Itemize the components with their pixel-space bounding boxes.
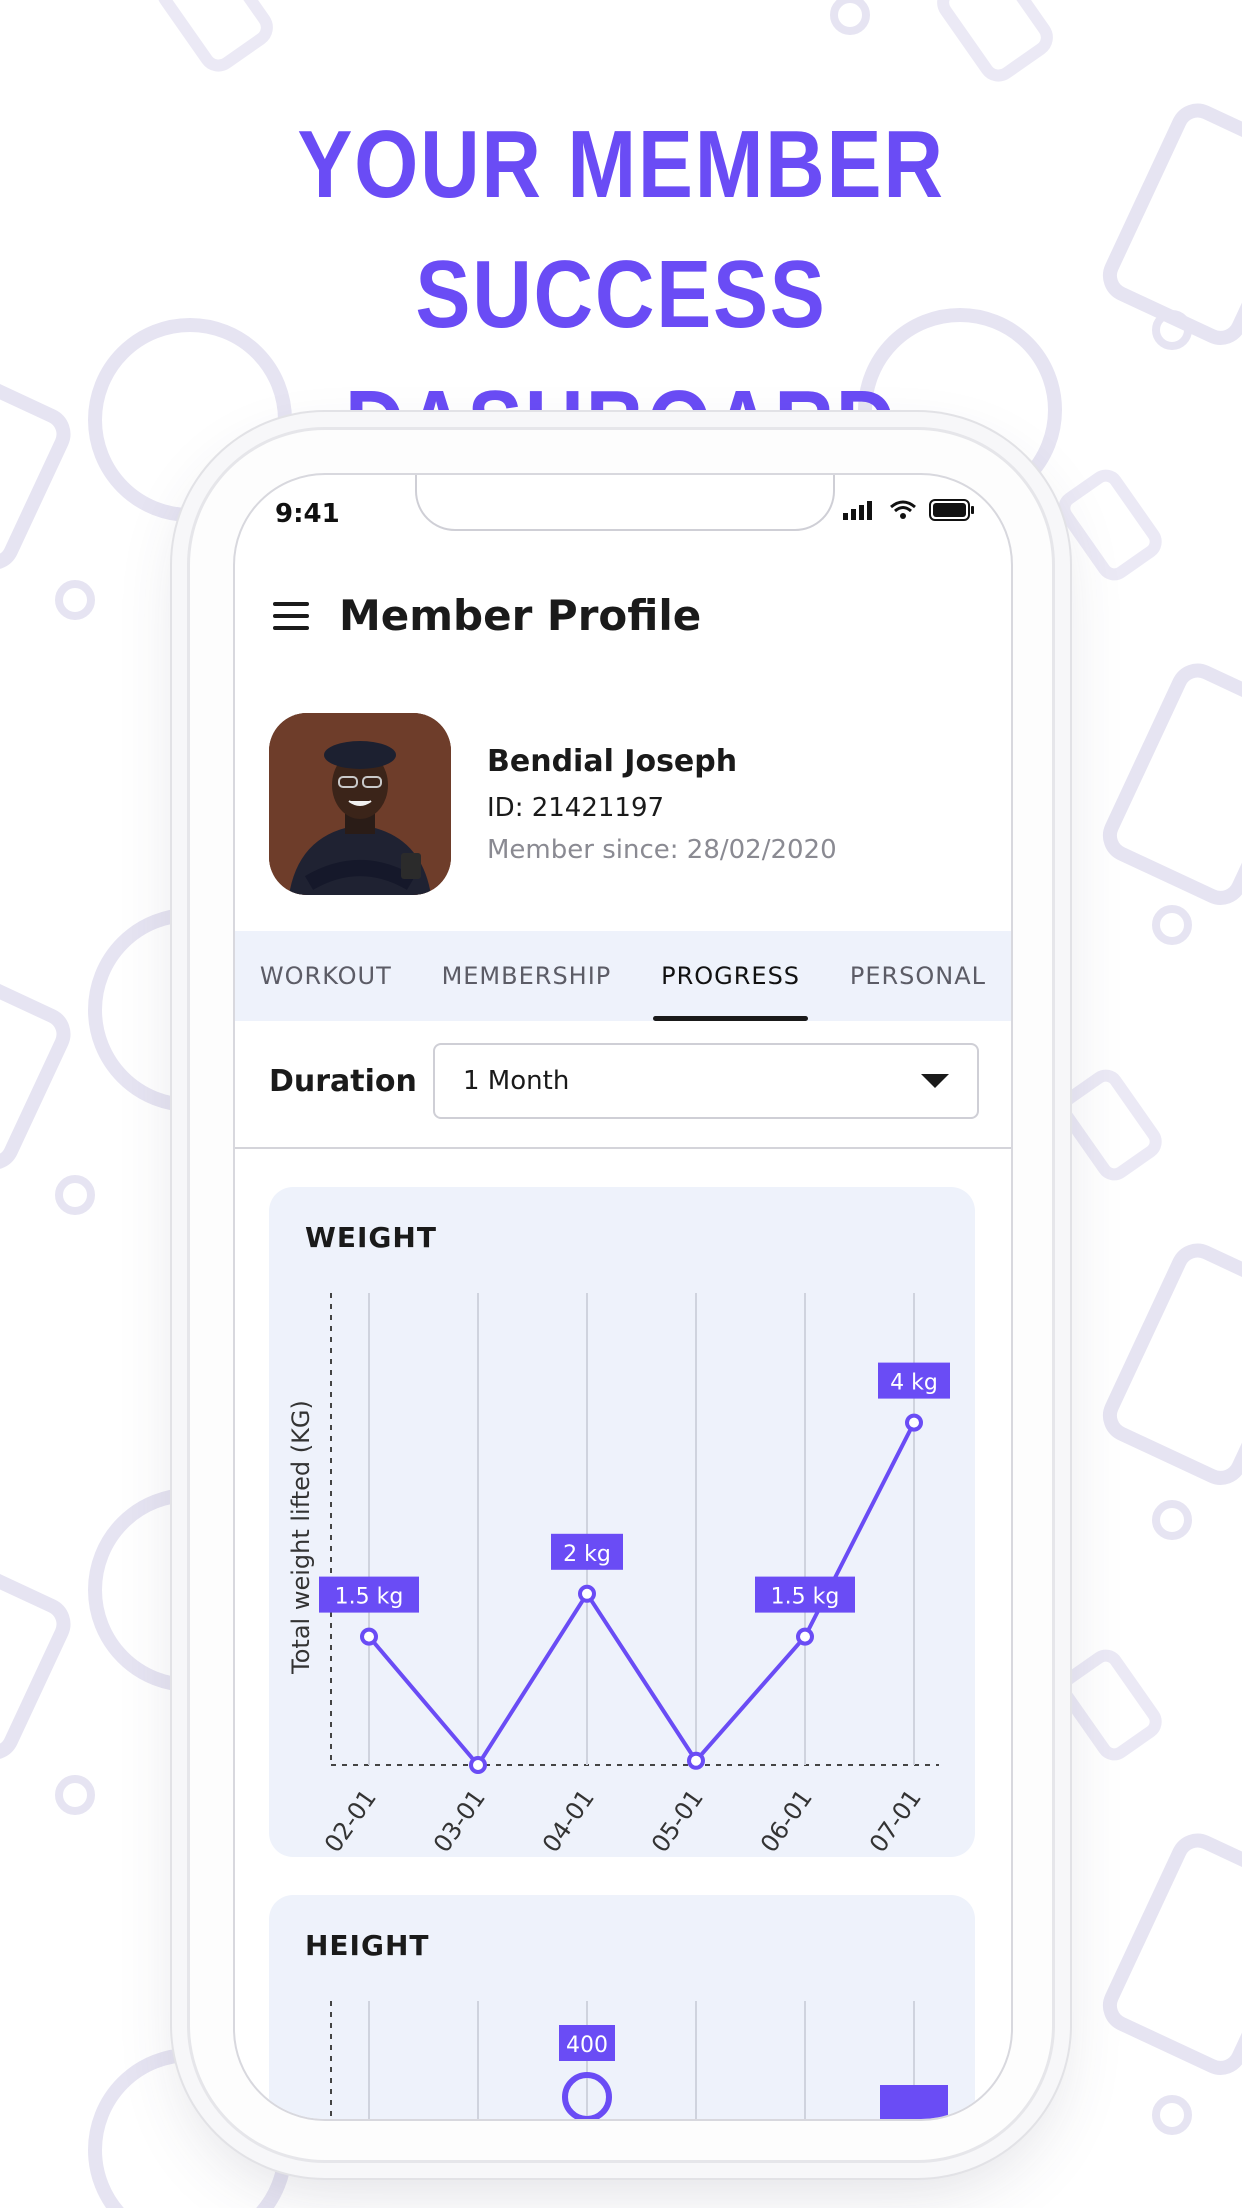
data-label-partial — [880, 2085, 948, 2119]
data-label: 400 — [559, 2025, 615, 2061]
member-profile-card: Bendial Joseph ID: 21421197 Member since… — [269, 713, 837, 895]
data-label: 4 kg — [878, 1362, 950, 1399]
svg-text:1.5 kg: 1.5 kg — [771, 1585, 840, 1610]
member-id: ID: 21421197 — [487, 792, 665, 823]
x-tick-label: 07-01 — [864, 1784, 927, 1857]
data-point — [905, 1413, 923, 1432]
tab-progress[interactable]: PROGRESS — [653, 931, 808, 1021]
duration-row: Duration 1 Month — [269, 1041, 979, 1121]
weight-chart-card: WEIGHT Total weight lifted (KG) 02-01 03-0… — [269, 1187, 975, 1857]
x-tick-label: 06-01 — [755, 1784, 818, 1857]
x-tick-label: 02-01 — [319, 1784, 382, 1857]
height-chart: 400 — [330, 2001, 948, 2119]
app-header: Member Profile — [273, 591, 701, 640]
weight-chart: Total weight lifted (KG) 02-01 03-01 04-01 0… — [287, 1293, 950, 1857]
phone-screen: 9:41 Member Profile Bendial Joseph ID: 2… — [233, 473, 1013, 2121]
tab-workout[interactable]: WORKOUT — [252, 931, 400, 1021]
data-point — [578, 1584, 596, 1603]
battery-icon — [929, 499, 974, 521]
section-divider — [235, 1147, 1011, 1149]
data-label: 1.5 kg — [319, 1576, 419, 1613]
data-point — [360, 1627, 378, 1646]
x-tick-label: 04-01 — [537, 1784, 600, 1857]
data-point — [687, 1751, 705, 1770]
duration-label: Duration — [269, 1063, 417, 1099]
height-chart-card: HEIGHT 400 — [269, 1895, 975, 2119]
page-title: Member Profile — [339, 591, 702, 640]
member-since: Member since: 28/02/2020 — [487, 834, 837, 865]
caret-down-icon — [921, 1074, 949, 1088]
phone-mockup: 9:41 Member Profile Bendial Joseph ID: 2… — [190, 430, 1052, 2160]
headline-line-1: YOUR MEMBER SUCCESS — [297, 111, 945, 348]
data-label: 1.5 kg — [755, 1576, 855, 1613]
svg-text:1.5 kg: 1.5 kg — [335, 1585, 404, 1610]
y-axis-label: Total weight lifted (KG) — [287, 1400, 315, 1675]
duration-select[interactable]: 1 Month — [433, 1043, 979, 1119]
svg-text:2 kg: 2 kg — [563, 1542, 611, 1567]
svg-text:400: 400 — [566, 2033, 608, 2058]
duration-selected-value: 1 Month — [463, 1066, 570, 1096]
status-icons — [843, 499, 975, 521]
profile-info: Bendial Joseph ID: 21421197 Member since… — [487, 744, 837, 865]
status-time: 9:41 — [275, 499, 340, 529]
avatar — [269, 713, 451, 895]
data-label: 2 kg — [551, 1533, 623, 1570]
x-tick-label: 05-01 — [646, 1784, 709, 1857]
phone-notch — [415, 475, 835, 531]
tab-membership[interactable]: MEMBERSHIP — [434, 931, 620, 1021]
wifi-icon — [890, 500, 916, 519]
signal-icon — [843, 501, 872, 520]
tab-personal[interactable]: PERSONAL — [842, 931, 994, 1021]
menu-icon[interactable] — [273, 601, 309, 630]
data-point — [796, 1627, 814, 1646]
x-tick-label: 03-01 — [428, 1784, 491, 1857]
profile-tabs: WORKOUT MEMBERSHIP PROGRESS PERSONAL — [235, 931, 1011, 1021]
data-point — [469, 1756, 487, 1774]
svg-text:4 kg: 4 kg — [890, 1371, 938, 1396]
member-name: Bendial Joseph — [487, 743, 738, 779]
